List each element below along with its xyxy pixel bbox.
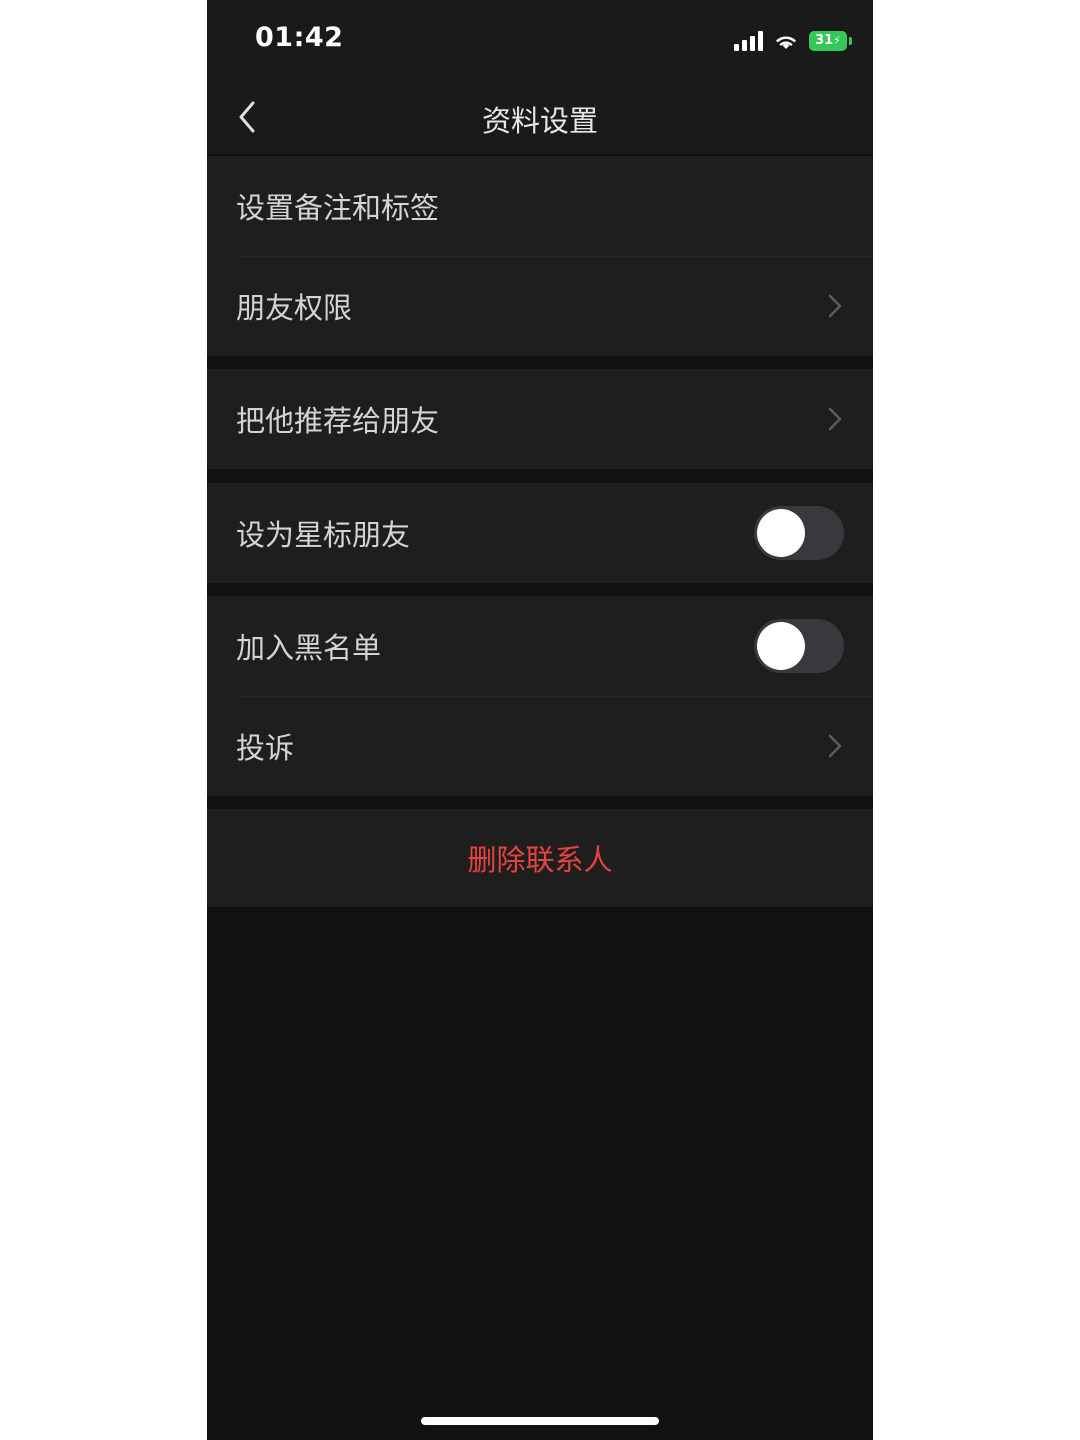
star-friend-toggle[interactable] bbox=[754, 506, 844, 560]
battery-level: 31 bbox=[815, 33, 834, 48]
settings-group-recommend: 把他推荐给朋友 bbox=[207, 369, 873, 469]
toggle-knob bbox=[757, 622, 805, 670]
signal-icon bbox=[734, 31, 763, 51]
battery-icon: 31⚡ bbox=[809, 31, 852, 51]
row-label: 投诉 bbox=[236, 731, 295, 765]
page-title: 资料设置 bbox=[481, 104, 598, 138]
settings-group-remark: 设置备注和标签 朋友权限 bbox=[207, 156, 873, 356]
row-label: 把他推荐给朋友 bbox=[236, 404, 440, 438]
toggle-knob bbox=[757, 509, 805, 557]
navigation-bar: 资料设置 bbox=[207, 80, 873, 154]
row-star-friend: 设为星标朋友 bbox=[207, 483, 873, 583]
row-friend-permissions[interactable]: 朋友权限 bbox=[207, 256, 873, 356]
row-add-to-blacklist: 加入黑名单 bbox=[207, 596, 873, 696]
row-report[interactable]: 投诉 bbox=[207, 696, 873, 796]
chevron-right-icon bbox=[828, 734, 842, 758]
delete-contact-button[interactable]: 删除联系人 bbox=[207, 809, 873, 907]
settings-group-block: 加入黑名单 投诉 bbox=[207, 596, 873, 796]
row-label: 设置备注和标签 bbox=[236, 191, 440, 225]
home-indicator[interactable] bbox=[421, 1417, 659, 1425]
phone-screen: 01:42 31⚡ 资料设置 设置备注和标签 朋友权限 把他推荐给朋友 设为星标… bbox=[207, 0, 873, 1440]
row-set-remark-tags[interactable]: 设置备注和标签 bbox=[207, 156, 873, 256]
chevron-right-icon bbox=[828, 407, 842, 431]
status-time: 01:42 bbox=[255, 22, 344, 53]
row-label: 加入黑名单 bbox=[236, 631, 382, 665]
charging-bolt-icon: ⚡ bbox=[833, 34, 841, 47]
delete-contact-label: 删除联系人 bbox=[467, 843, 613, 877]
status-bar: 01:42 31⚡ bbox=[207, 0, 873, 80]
row-recommend-to-friends[interactable]: 把他推荐给朋友 bbox=[207, 369, 873, 469]
row-label: 朋友权限 bbox=[236, 291, 353, 325]
chevron-right-icon bbox=[828, 294, 842, 318]
settings-group-star: 设为星标朋友 bbox=[207, 483, 873, 583]
wifi-icon bbox=[773, 31, 799, 51]
row-label: 设为星标朋友 bbox=[236, 518, 411, 552]
blacklist-toggle[interactable] bbox=[754, 619, 844, 673]
status-icons: 31⚡ bbox=[734, 28, 852, 54]
